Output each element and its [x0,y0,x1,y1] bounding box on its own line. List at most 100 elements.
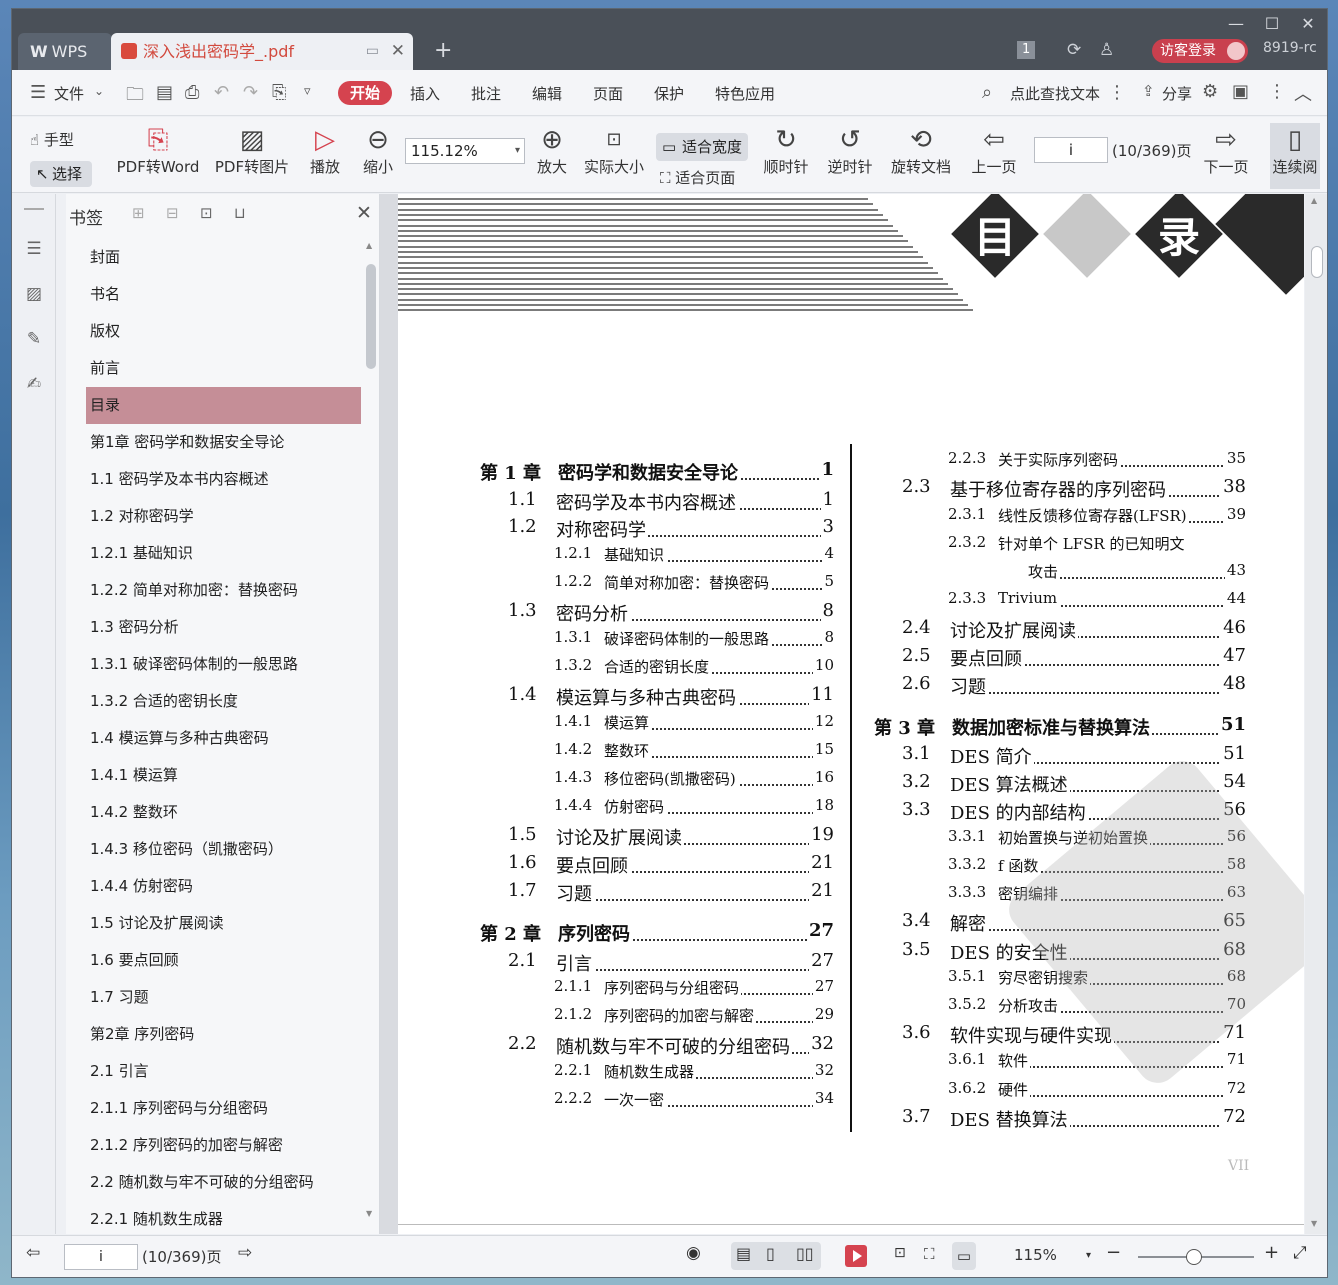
bookmark-item[interactable]: 2.2.1 随机数生成器 [86,1201,361,1229]
zoom-dropdown-icon[interactable]: ▾ [1086,1250,1091,1261]
bookmark-item[interactable]: 2.1.2 序列密码的加密与解密 [86,1127,361,1164]
new-tab-icon[interactable]: + [434,37,452,65]
bookmark-item[interactable]: 前言 [86,350,361,387]
hand-tool[interactable]: ☝ 手型 [30,129,74,150]
zoom-select[interactable]: 115.12% ▾ [405,138,525,164]
prev-page-icon[interactable]: ⇦ [26,1243,40,1263]
bookmark-item[interactable]: 书名 [86,276,361,313]
chevron-down-icon[interactable]: ⌄ [94,84,104,98]
more-dropdown-icon[interactable]: ▿ [304,84,311,99]
tab-window-icon[interactable]: ▭ [366,33,379,70]
open-folder-icon[interactable]: 🗀 [126,82,144,112]
file-menu[interactable]: 文件 [54,83,84,104]
undo-icon[interactable]: ↶ [214,82,229,103]
pdf-to-image-button[interactable]: ▨ PDF转图片 [212,123,292,177]
continuous-page-icon[interactable]: ▯ [766,1244,775,1263]
share-icon[interactable]: ⇪ [1142,82,1155,100]
bookmark-item[interactable]: 1.2.2 简单对称加密：替换密码 [86,572,361,609]
bookmark-item[interactable]: 版权 [86,313,361,350]
tab-edit[interactable]: 编辑 [532,83,562,104]
zoom-slider[interactable] [1138,1249,1254,1265]
bookmark-item[interactable]: 1.3.2 合适的密钥长度 [86,683,361,720]
bookmark-item[interactable]: 第2章 序列密码 [86,1016,361,1053]
expand-all-icon[interactable]: ⊞ [132,204,145,222]
tab-start[interactable]: 开始 [338,81,393,105]
more-vertical-icon[interactable]: ⋮ [1108,82,1126,103]
export-icon[interactable]: ⎘ [272,82,286,103]
collapse-ribbon-icon[interactable]: ︿ [1294,80,1312,106]
eye-protection-icon[interactable]: ◉ [686,1243,701,1263]
zoom-in-button[interactable]: ⊕ 放大 [532,123,572,177]
annotation-icon[interactable]: ✎ [23,329,45,351]
zoom-in-icon[interactable]: + [1264,1242,1279,1263]
zoom-out-button[interactable]: ⊖ 缩小 [358,123,398,177]
print-icon[interactable]: ⎙ [185,82,199,103]
hamburger-icon[interactable]: ☰ [30,82,46,103]
bookmark-item[interactable]: 1.4.4 仿射密码 [86,868,361,905]
add-bookmark-icon[interactable]: ⊡ [200,204,213,222]
search-icon[interactable]: ⌕ [982,82,992,103]
fit-width-icon[interactable]: ▭ [952,1242,976,1270]
tab-document[interactable]: 深入浅出密码学_.pdf ▭ ✕ [111,33,413,70]
signature-icon[interactable]: ✍ [23,374,45,396]
next-page-button[interactable]: ⇨ 下一页 [1200,123,1252,177]
tab-protect[interactable]: 保护 [654,83,684,104]
zoom-out-icon[interactable]: − [1106,1242,1121,1263]
shirt-skin-icon[interactable]: ♙ [1099,40,1114,60]
scroll-thumb[interactable] [366,264,376,369]
select-tool[interactable]: ↖ 选择 [30,161,92,187]
save-icon[interactable]: ▤ [156,82,173,103]
bookmark-icon[interactable]: ⊔ [234,204,246,222]
bookmark-item[interactable]: 2.1 引言 [86,1053,361,1090]
bookmark-item[interactable]: 1.6 要点回顾 [86,942,361,979]
scroll-up-icon[interactable]: ▲ [366,241,372,250]
tab-special[interactable]: 特色应用 [715,83,775,104]
fit-width-button[interactable]: ▭ 适合宽度 [656,133,748,161]
bookmark-item[interactable]: 1.4.2 整数环 [86,794,361,831]
more-icon[interactable]: ⋮ [1268,81,1286,102]
scroll-down-icon[interactable]: ▼ [1311,1219,1317,1228]
bookmark-item[interactable]: 1.2 对称密码学 [86,498,361,535]
tab-wps-home[interactable]: W WPS [18,33,112,70]
continuous-read-button[interactable]: ▯ 连续阅 [1270,123,1320,189]
minimize-icon[interactable]: — [1222,13,1250,35]
bookmark-item[interactable]: 目录 [86,387,361,424]
play-slideshow-icon[interactable] [845,1245,867,1267]
bookmark-scrollbar[interactable]: ▲ ▼ [363,239,377,1224]
search-text-button[interactable]: 点此查找文本 [1010,83,1100,104]
bookmark-item[interactable]: 1.1 密码学及本书内容概述 [86,461,361,498]
share-button[interactable]: 分享 [1162,83,1192,104]
fit-page-button[interactable]: ⛶ 适合页面 [660,167,735,188]
settings-gear-icon[interactable]: ⚙ [1202,81,1218,102]
rotate-doc-button[interactable]: ⟲ 旋转文档 [886,123,956,177]
zoom-slider-knob[interactable] [1186,1249,1202,1265]
page-number-input[interactable]: i [1034,137,1108,163]
cloud-icon[interactable]: ⟳ [1067,40,1081,60]
tab-count-badge[interactable]: 1 [1017,41,1036,59]
bookmark-item[interactable]: 第1章 密码学和数据安全导论 [86,424,361,461]
bookmark-item[interactable]: 1.5 讨论及扩展阅读 [86,905,361,942]
scroll-down-icon[interactable]: ▼ [366,1209,372,1218]
fullscreen-icon[interactable]: ⤢ [1293,1243,1307,1263]
close-panel-icon[interactable]: ✕ [356,202,372,224]
tab-close-icon[interactable]: ✕ [391,33,405,70]
scroll-up-icon[interactable]: ▲ [1311,196,1317,205]
bookmark-item[interactable]: 2.2 随机数与牢不可破的分组密码 [86,1164,361,1201]
play-button[interactable]: ▷ 播放 [305,123,345,177]
single-page-icon[interactable]: ▤ [736,1244,751,1263]
tab-annotate[interactable]: 批注 [471,83,501,104]
redo-icon[interactable]: ↷ [243,82,258,103]
collapse-all-icon[interactable]: ⊟ [166,204,179,222]
tab-insert[interactable]: 插入 [410,83,440,104]
bookmark-item[interactable]: 1.2.1 基础知识 [86,535,361,572]
bookmark-item[interactable]: 1.4.1 模运算 [86,757,361,794]
document-scrollbar[interactable]: ▲ ▼ [1305,194,1327,1234]
guest-login-button[interactable]: 访客登录 [1152,39,1248,63]
actual-size-icon[interactable]: ⊡ [894,1245,906,1261]
zoom-level[interactable]: 115% [1014,1246,1057,1264]
bookmark-item[interactable]: 1.4.3 移位密码（凯撒密码） [86,831,361,868]
bookmark-item[interactable]: 1.4 模运算与多种古典密码 [86,720,361,757]
fit-page-icon[interactable]: ⛶ [924,1245,935,1263]
bookmark-item[interactable]: 封面 [86,239,361,276]
bookmark-item[interactable]: 1.7 习题 [86,979,361,1016]
